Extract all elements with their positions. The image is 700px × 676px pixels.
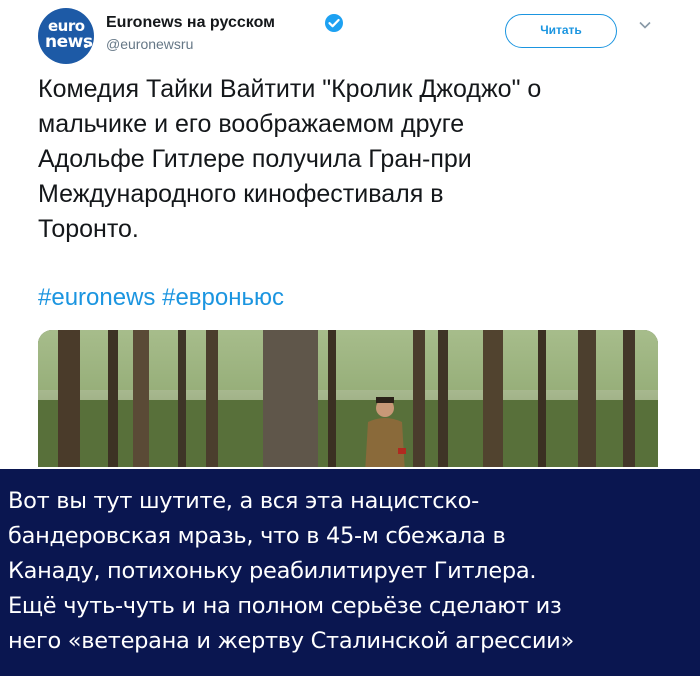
hashtags: #euronews #евроньюс — [38, 284, 284, 312]
tweet-text: Комедия Тайки Вайтити "Кролик Джоджо" о … — [38, 72, 668, 247]
avatar-text-bottom: news — [45, 32, 93, 52]
caption-line: Канаду, потихоньку реабилитирует Гитлера… — [8, 558, 537, 584]
tweet-text-line: Международного кинофестиваля в — [38, 180, 444, 208]
hashtag-link[interactable]: #евроньюс — [162, 284, 284, 311]
chevron-down-icon[interactable] — [638, 18, 652, 32]
account-handle[interactable]: @euronewsru — [106, 36, 193, 52]
caption-line: Ещё чуть-чуть и на полном серьёзе сделаю… — [8, 593, 562, 619]
tweet-header: euro news Euronews на русском @euronewsr… — [38, 8, 678, 64]
caption-line: бандеровская мразь, что в 45-м сбежала в — [8, 523, 506, 549]
tweet-text-line: Торонто. — [38, 215, 139, 243]
verified-badge-icon — [325, 14, 343, 32]
avatar[interactable]: euro news — [38, 8, 94, 64]
tweet-text-line: Адольфе Гитлере получила Гран-при — [38, 145, 472, 173]
forest-scene-image — [38, 330, 658, 490]
caption-text: Вот вы тут шутите, а вся эта нацистско- … — [8, 484, 696, 659]
follow-button[interactable]: Читать — [505, 14, 617, 48]
caption-box: Вот вы тут шутите, а вся эта нацистско- … — [0, 467, 700, 676]
caption-line: Вот вы тут шутите, а вся эта нацистско- — [8, 488, 479, 514]
hashtag-link[interactable]: #euronews — [38, 284, 155, 311]
tweet-text-line: Комедия Тайки Вайтити "Кролик Джоджо" о — [38, 75, 542, 103]
tweet-text-line: мальчике и его воображаемом друге — [38, 110, 465, 138]
tweet-media-image[interactable] — [38, 330, 658, 490]
caption-line: него «ветерана и жертву Сталинской агрес… — [8, 628, 574, 654]
account-name[interactable]: Euronews на русском — [106, 14, 275, 32]
avatar-dot — [84, 44, 88, 48]
